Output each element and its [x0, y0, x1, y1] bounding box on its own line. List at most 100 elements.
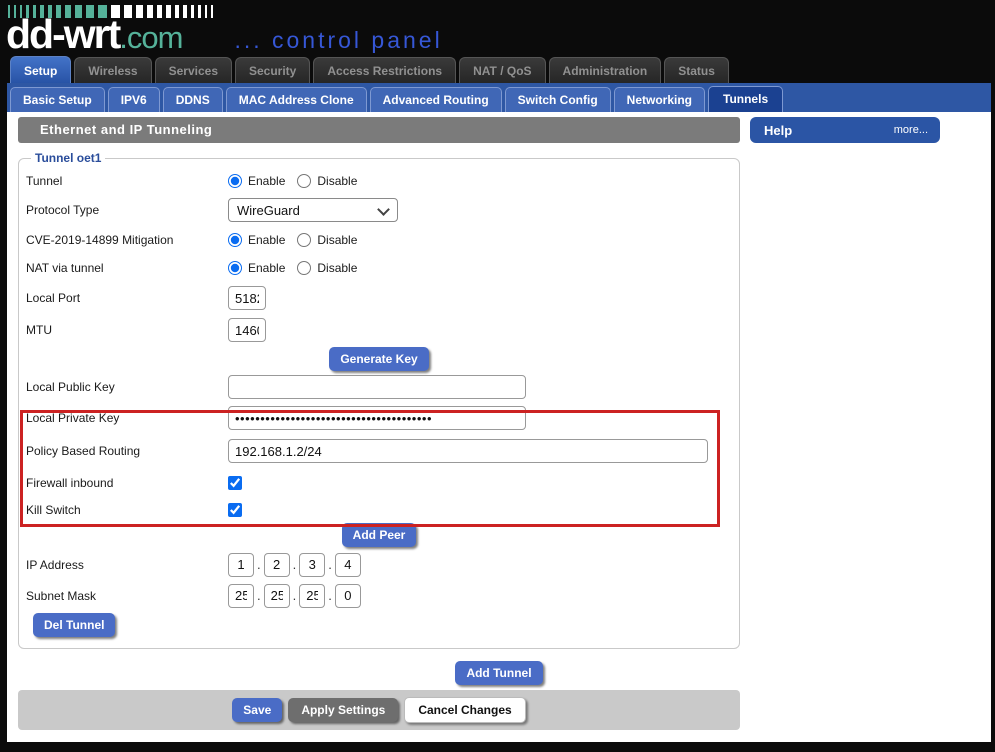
- policy-based-routing-input[interactable]: [228, 439, 708, 463]
- cve-enable-radio[interactable]: [228, 233, 242, 247]
- cve-disable-radio[interactable]: [297, 233, 311, 247]
- subnet-octet-input[interactable]: [264, 584, 290, 608]
- mtu-input[interactable]: [228, 318, 266, 342]
- sub-tab-label: Tunnels: [723, 92, 768, 106]
- main-tab[interactable]: NAT / QoS: [459, 57, 545, 83]
- main-nav-tabs: Setup Wireless Services Security Access …: [0, 55, 995, 83]
- firewall-inbound-label: Firewall inbound: [26, 476, 228, 490]
- logo-text: dd-wrt: [6, 14, 119, 55]
- sub-nav-bar: Basic Setup IPV6 DDNS MAC Address Clone …: [7, 83, 991, 112]
- nat-disable-label: Disable: [317, 261, 357, 275]
- main-tab[interactable]: Services: [155, 57, 232, 83]
- del-tunnel-row: Del Tunnel: [19, 610, 739, 640]
- sub-tab[interactable]: Switch Config: [505, 87, 611, 112]
- sub-tab[interactable]: Basic Setup: [10, 87, 105, 112]
- local-port-row: Local Port: [19, 282, 739, 314]
- sub-tab[interactable]: DDNS: [163, 87, 223, 112]
- cancel-changes-button[interactable]: Cancel Changes: [404, 697, 525, 723]
- main-tab-label: Administration: [563, 64, 648, 78]
- subnet-mask-row: Subnet Mask . . .: [19, 581, 739, 610]
- octet-dot: .: [254, 588, 264, 603]
- ip-octet-input[interactable]: [264, 553, 290, 577]
- sub-tab-label: DDNS: [176, 93, 210, 107]
- octet-dot: .: [290, 588, 300, 603]
- subnet-octet-input[interactable]: [228, 584, 254, 608]
- add-peer-button[interactable]: Add Peer: [342, 523, 417, 547]
- protocol-type-select[interactable]: WireGuard: [228, 198, 398, 222]
- main-tab[interactable]: Status: [664, 57, 729, 83]
- local-private-key-input[interactable]: [228, 406, 526, 430]
- sub-tab-label: IPV6: [121, 93, 147, 107]
- tunnel-disable-label: Disable: [317, 174, 357, 188]
- tunnel-enable-label: Enable: [248, 174, 285, 188]
- main-tab-label: Setup: [24, 64, 57, 78]
- main-tab[interactable]: Access Restrictions: [313, 57, 456, 83]
- octet-dot: .: [325, 588, 335, 603]
- help-label: Help: [764, 123, 792, 138]
- mtu-row: MTU: [19, 314, 739, 346]
- subnet-octet-input[interactable]: [299, 584, 325, 608]
- sub-tab[interactable]: MAC Address Clone: [226, 87, 367, 112]
- sub-tab-label: Advanced Routing: [383, 93, 489, 107]
- ip-address-row: IP Address . . .: [19, 548, 739, 581]
- generate-key-button[interactable]: Generate Key: [329, 347, 428, 371]
- local-port-label: Local Port: [26, 291, 228, 305]
- del-tunnel-button[interactable]: Del Tunnel: [33, 613, 115, 637]
- sub-tab[interactable]: IPV6: [108, 87, 160, 112]
- main-tab[interactable]: Security: [235, 57, 310, 83]
- help-panel[interactable]: Help more...: [750, 117, 940, 143]
- subnet-mask-label: Subnet Mask: [26, 589, 228, 603]
- content-area: Ethernet and IP Tunneling Help more... T…: [7, 112, 991, 742]
- main-tab-label: Wireless: [88, 64, 137, 78]
- nat-enable-label: Enable: [248, 261, 285, 275]
- octet-dot: .: [290, 557, 300, 572]
- cve-enable-label: Enable: [248, 233, 285, 247]
- ip-octet-input[interactable]: [228, 553, 254, 577]
- nat-via-tunnel-row: NAT via tunnel Enable Disable: [19, 254, 739, 282]
- sub-tab[interactable]: Tunnels: [708, 86, 783, 112]
- kill-switch-checkbox[interactable]: [228, 503, 242, 517]
- main-tab-label: Services: [169, 64, 218, 78]
- protocol-select-wrap: WireGuard: [228, 198, 398, 222]
- sub-tab[interactable]: Networking: [614, 87, 705, 112]
- protocol-type-row: Protocol Type WireGuard: [19, 195, 739, 225]
- nat-disable-radio[interactable]: [297, 261, 311, 275]
- page-title: Ethernet and IP Tunneling: [18, 117, 740, 143]
- firewall-inbound-checkbox[interactable]: [228, 476, 242, 490]
- ip-octet-input[interactable]: [299, 553, 325, 577]
- main-tab[interactable]: Wireless: [74, 57, 151, 83]
- local-public-key-input[interactable]: [228, 375, 526, 399]
- logo-tld-text: .com: [119, 22, 182, 53]
- mtu-label: MTU: [26, 323, 228, 337]
- sub-tab-label: Switch Config: [518, 93, 598, 107]
- kill-switch-row: Kill Switch: [19, 497, 739, 522]
- footer-action-bar: Save Apply Settings Cancel Changes: [18, 690, 740, 730]
- local-public-key-row: Local Public Key: [19, 372, 739, 402]
- ip-octet-input[interactable]: [335, 553, 361, 577]
- main-tab[interactable]: Setup: [10, 56, 71, 83]
- tunnel-disable-radio[interactable]: [297, 174, 311, 188]
- local-private-key-row: Local Private Key: [19, 402, 739, 434]
- help-more-link[interactable]: more...: [894, 124, 928, 136]
- fieldset-legend: Tunnel oet1: [31, 151, 105, 165]
- sub-tab[interactable]: Advanced Routing: [370, 87, 502, 112]
- apply-settings-button[interactable]: Apply Settings: [288, 698, 398, 722]
- main-tab-label: Security: [249, 64, 296, 78]
- kill-switch-label: Kill Switch: [26, 503, 228, 517]
- policy-based-routing-row: Policy Based Routing: [19, 434, 739, 468]
- local-public-key-label: Local Public Key: [26, 380, 228, 394]
- subnet-octet-input[interactable]: [335, 584, 361, 608]
- add-tunnel-button[interactable]: Add Tunnel: [455, 661, 542, 685]
- nat-via-tunnel-label: NAT via tunnel: [26, 261, 228, 275]
- generate-key-row: Generate Key: [19, 346, 739, 372]
- local-port-input[interactable]: [228, 286, 266, 310]
- main-tab-label: NAT / QoS: [473, 64, 531, 78]
- logo: dd-wrt .com ... control panel: [6, 14, 443, 55]
- subnet-mask-octets: . . . .: [228, 584, 361, 608]
- main-tab-label: Access Restrictions: [327, 64, 442, 78]
- tunnel-enable-radio[interactable]: [228, 174, 242, 188]
- nat-enable-radio[interactable]: [228, 261, 242, 275]
- tunnel-oet1-fieldset: Tunnel oet1 Tunnel Enable Disable Protoc…: [18, 151, 740, 649]
- main-tab[interactable]: Administration: [549, 57, 662, 83]
- save-button[interactable]: Save: [232, 698, 282, 722]
